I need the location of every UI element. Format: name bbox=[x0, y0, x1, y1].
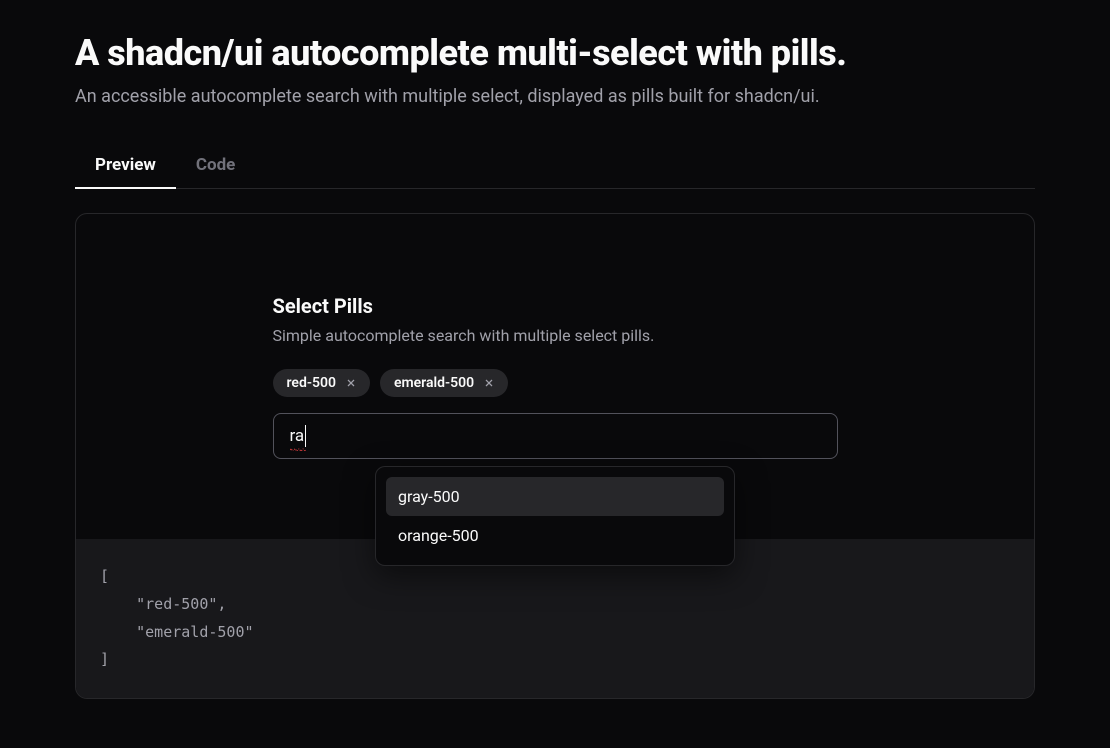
preview-area: Select Pills Simple autocomplete search … bbox=[76, 214, 1034, 539]
pill-label: emerald-500 bbox=[394, 375, 474, 391]
multiselect-widget: Select Pills Simple autocomplete search … bbox=[273, 294, 838, 459]
tab-preview[interactable]: Preview bbox=[75, 143, 176, 189]
widget-title: Select Pills bbox=[273, 294, 838, 318]
tabs: Preview Code bbox=[75, 143, 1035, 189]
pills-row: red-500 emerald-500 bbox=[273, 369, 838, 397]
search-input[interactable] bbox=[273, 413, 838, 459]
spellcheck-squiggle-icon bbox=[290, 448, 306, 451]
page-title: A shadcn/ui autocomplete multi-select wi… bbox=[75, 32, 1035, 74]
pill: emerald-500 bbox=[380, 369, 508, 397]
dropdown-option[interactable]: orange-500 bbox=[386, 516, 724, 555]
text-caret bbox=[305, 425, 306, 447]
page-subtitle: An accessible autocomplete search with m… bbox=[75, 86, 1035, 107]
dropdown-option[interactable]: gray-500 bbox=[386, 477, 724, 516]
pill: red-500 bbox=[273, 369, 370, 397]
tab-code[interactable]: Code bbox=[176, 143, 255, 189]
pill-label: red-500 bbox=[287, 375, 336, 391]
autocomplete-dropdown: gray-500 orange-500 bbox=[375, 466, 735, 566]
preview-card: Select Pills Simple autocomplete search … bbox=[75, 213, 1035, 699]
close-icon[interactable] bbox=[482, 376, 496, 390]
widget-subtitle: Simple autocomplete search with multiple… bbox=[273, 326, 838, 345]
close-icon[interactable] bbox=[344, 376, 358, 390]
search-input-wrap: gray-500 orange-500 bbox=[273, 413, 838, 459]
